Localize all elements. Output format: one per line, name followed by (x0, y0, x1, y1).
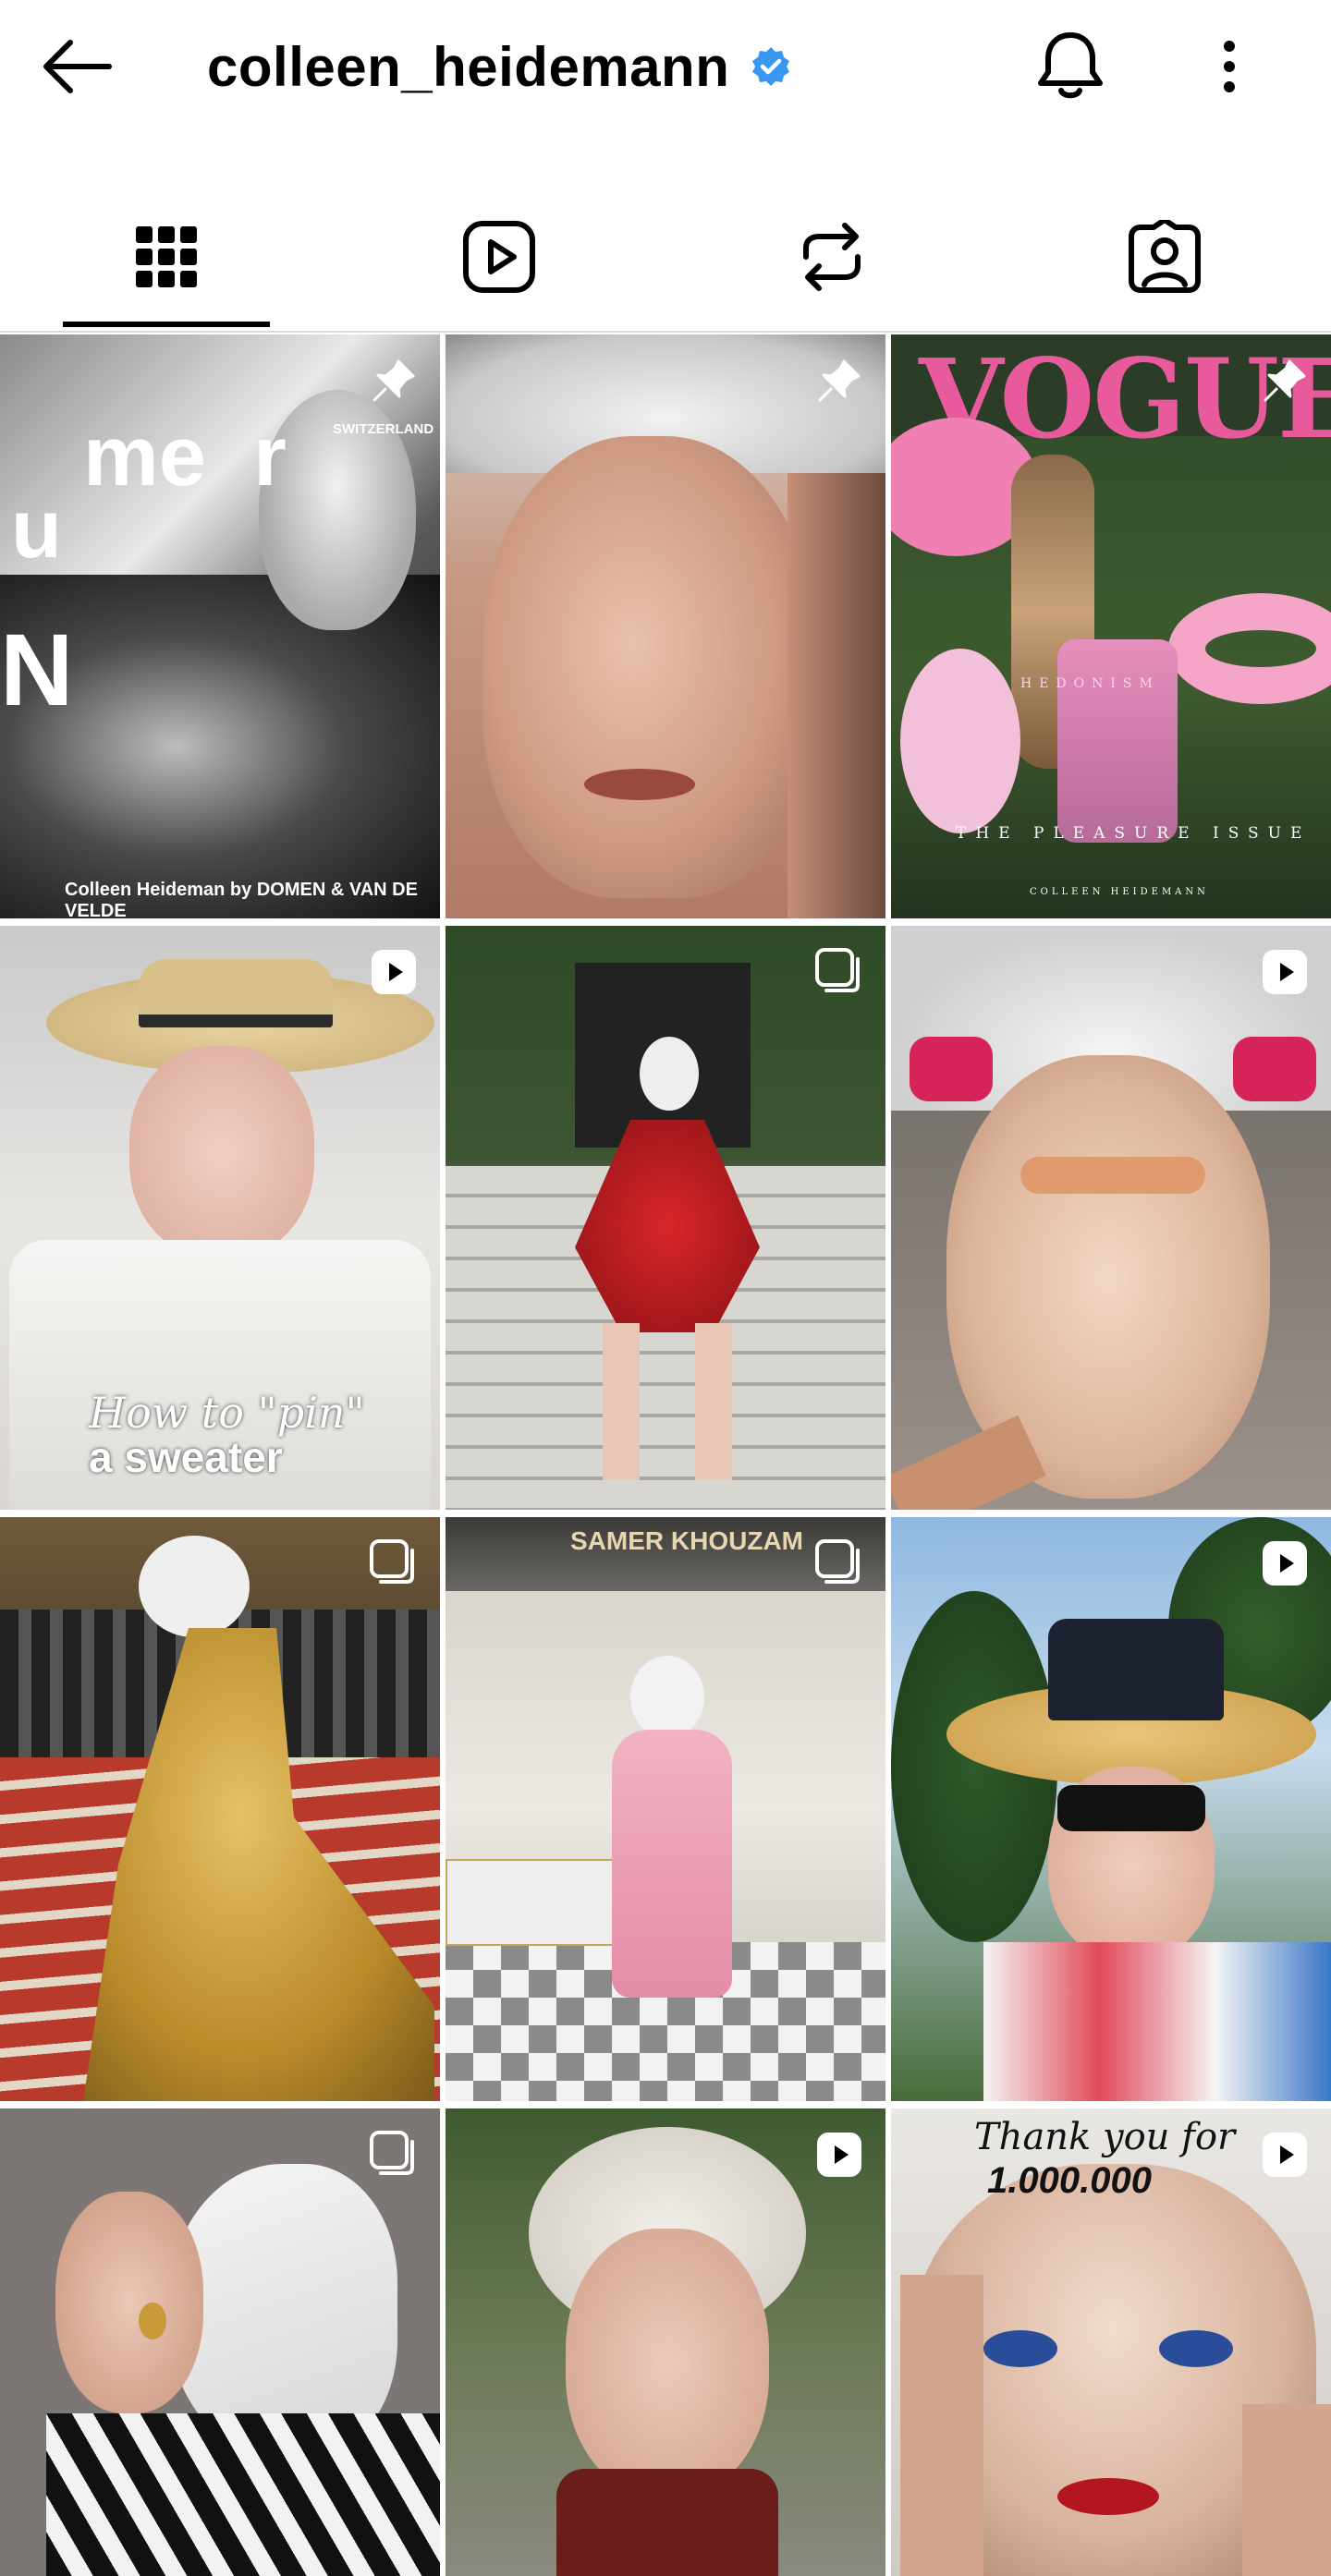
post-image-hat-crown (1048, 1619, 1224, 1720)
tab-reposts[interactable] (721, 185, 943, 329)
post-tile[interactable] (891, 926, 1331, 1510)
post-image-pink-ring (900, 649, 1020, 833)
tab-reels[interactable] (388, 185, 610, 329)
post-caption-line2: a sweater (89, 1433, 283, 1481)
overlay-letters: me r (83, 409, 287, 504)
arrow-left-icon (41, 39, 115, 94)
pin-icon (368, 355, 420, 407)
post-image-heart-float (1168, 593, 1331, 704)
profile-username: colleen_heidemann (207, 35, 730, 98)
post-image-sunglasses (1057, 1785, 1205, 1831)
tab-tagged[interactable] (1054, 185, 1276, 329)
tagged-person-icon (1128, 220, 1202, 294)
post-image-eyeshadow-right (1159, 2330, 1233, 2367)
reel-icon (368, 946, 420, 998)
post-image-zebra-coat (46, 2413, 440, 2576)
post-image-leg-right (695, 1323, 732, 1480)
repost-icon (797, 220, 867, 294)
back-button[interactable] (33, 28, 122, 105)
post-tile[interactable] (0, 2108, 440, 2576)
post-tile[interactable] (446, 926, 885, 1510)
profile-tabs (0, 185, 1331, 333)
post-tile[interactable]: VOGUE HEDONISM THE PLEASURE ISSUE COLLEE… (891, 334, 1331, 918)
reel-icon (1259, 1537, 1311, 1589)
post-image-earring (139, 2303, 166, 2339)
reel-icon (813, 2129, 865, 2181)
notifications-button[interactable] (1026, 22, 1115, 111)
post-image-hair (640, 1037, 699, 1111)
post-image-hat-crown (139, 959, 333, 1027)
post-image-face (566, 2229, 769, 2497)
post-image-face-profile (55, 2192, 203, 2413)
reels-icon (462, 220, 536, 294)
carousel-icon (813, 1537, 865, 1589)
post-image-pink-outfit (612, 1730, 732, 1998)
post-tile[interactable] (0, 1517, 440, 2101)
post-image-hand-left (900, 2275, 983, 2576)
tab-posts[interactable] (55, 185, 277, 329)
overlay-letter-n: N (0, 614, 74, 727)
post-image-hand (891, 1415, 1046, 1510)
post-tile[interactable]: Thank you for 1.000.000 (891, 2108, 1331, 2576)
carousel-icon (368, 1537, 420, 1589)
magazine-mid-text: HEDONISM (1020, 676, 1160, 691)
post-image-hand (788, 473, 885, 918)
post-image-face (129, 1046, 314, 1258)
post-caption: Colleen Heideman by DOMEN & VAN DE VELDE (65, 880, 418, 918)
profile-header: colleen_heidemann (0, 0, 1331, 133)
post-caption-line1: How to "pin" (89, 1388, 365, 1438)
post-image-scarf (556, 2469, 778, 2576)
more-vertical-icon (1220, 39, 1239, 94)
posts-grid: me r u N SWITZERLAND Colleen Heideman by… (0, 334, 1331, 2576)
post-image-eyeshadow-left (983, 2330, 1057, 2367)
post-image-mattress (1057, 639, 1178, 843)
post-tile[interactable]: How to "pin" a sweater (0, 926, 440, 1510)
post-image-leg-left (603, 1323, 640, 1480)
carousel-icon (813, 946, 865, 998)
pin-icon (1259, 355, 1311, 407)
post-image-lips (584, 769, 695, 800)
bell-icon (1035, 30, 1105, 103)
post-tile[interactable] (446, 2108, 885, 2576)
post-image-graphic-top (983, 1942, 1331, 2101)
post-tile[interactable]: me r u N SWITZERLAND Colleen Heideman by… (0, 334, 440, 918)
grid-icon (134, 225, 199, 289)
more-options-button[interactable] (1185, 22, 1274, 111)
post-tile[interactable]: SAMER KHOUZAM (446, 1517, 885, 2101)
overlay-corner-text: SWITZERLAND (333, 421, 434, 437)
post-image-contour (1020, 1157, 1205, 1194)
post-tile[interactable] (446, 334, 885, 918)
post-tile[interactable] (891, 1517, 1331, 2101)
post-image-lips (1057, 2478, 1159, 2515)
magazine-footer-text: THE PLEASURE ISSUE (956, 824, 1312, 843)
post-image-roller-left (910, 1037, 993, 1101)
carousel-icon (368, 2129, 420, 2181)
post-caption-line2: 1.000.000 (987, 2160, 1152, 2201)
post-image-roller-right (1233, 1037, 1316, 1101)
active-tab-indicator (63, 322, 270, 327)
verified-badge-icon (750, 45, 792, 88)
pin-icon (813, 355, 865, 407)
reel-icon (1259, 2129, 1311, 2181)
magazine-name-text: COLLEEN HEIDEMANN (1030, 887, 1209, 897)
post-image-hair (630, 1656, 704, 1739)
post-image-hand-right (1242, 2404, 1331, 2576)
post-image-face (482, 436, 815, 898)
store-sign: SAMER KHOUZAM (570, 1526, 803, 1555)
post-image-hair (139, 1536, 250, 1637)
overlay-letter-u: u (11, 483, 62, 576)
profile-username-row: colleen_heidemann (207, 28, 792, 105)
post-caption-line1: Thank you for (974, 2116, 1236, 2158)
reel-icon (1259, 946, 1311, 998)
